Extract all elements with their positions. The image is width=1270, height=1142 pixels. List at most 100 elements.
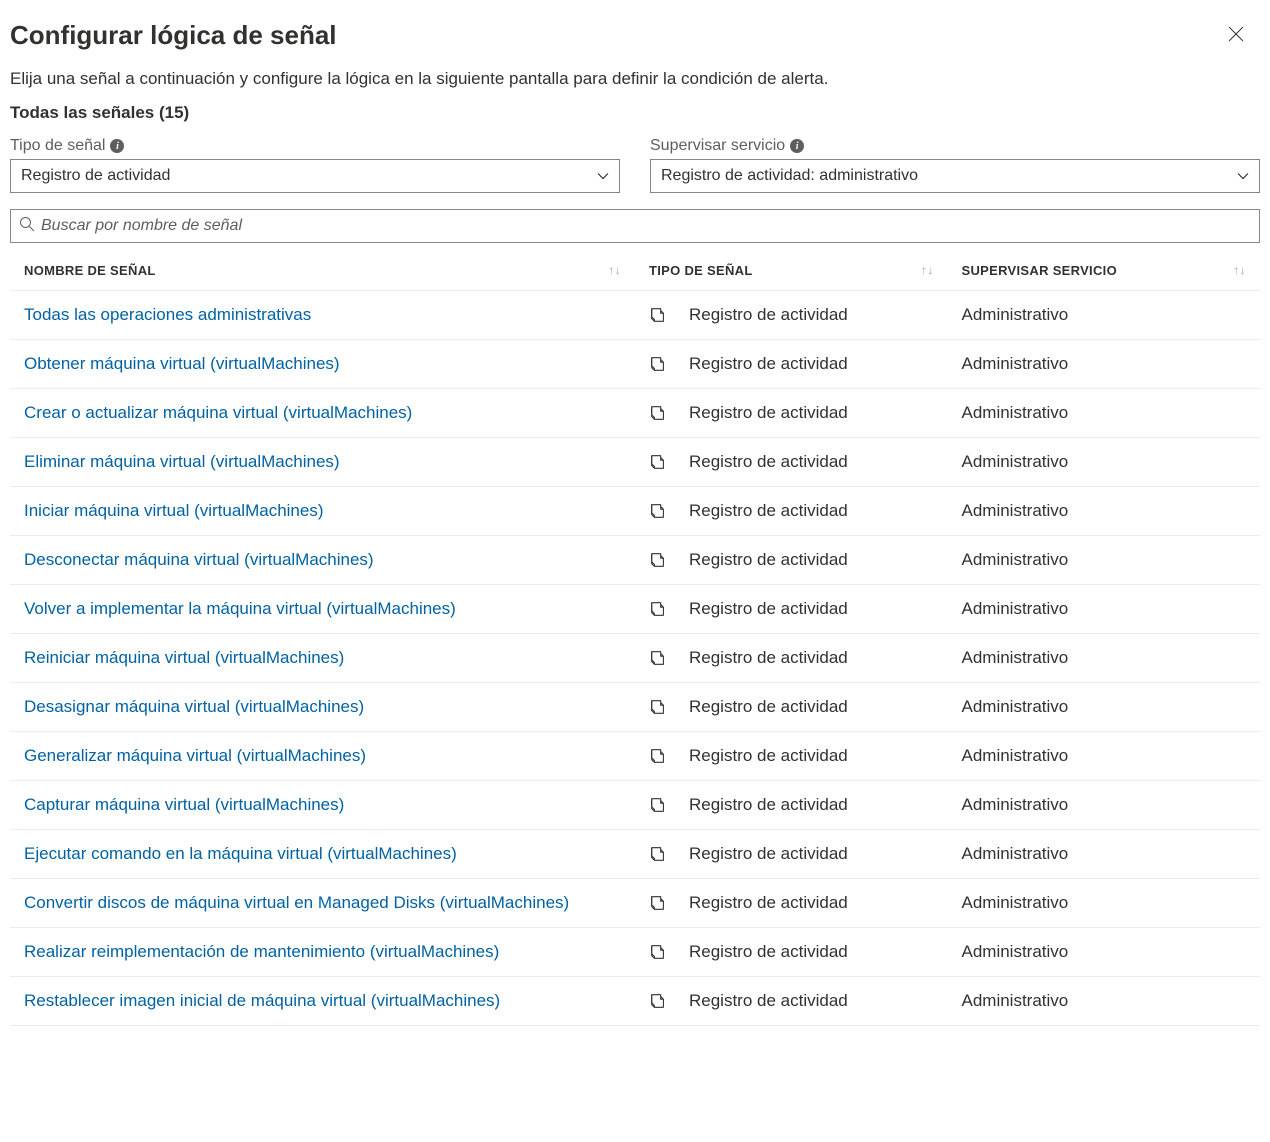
signal-name-link[interactable]: Realizar reimplementación de mantenimien… [24, 942, 499, 961]
monitor-service-value: Administrativo [948, 291, 1261, 340]
table-row: Capturar máquina virtual (virtualMachine… [10, 781, 1260, 830]
signal-name-link[interactable]: Volver a implementar la máquina virtual … [24, 599, 456, 618]
signal-type-value: Registro de actividad [689, 354, 848, 374]
monitor-service-value: Administrativo [948, 389, 1261, 438]
signal-name-link[interactable]: Obtener máquina virtual (virtualMachines… [24, 354, 340, 373]
monitor-service-value: Administrativo [948, 487, 1261, 536]
monitor-service-dropdown-value: Registro de actividad: administrativo [661, 167, 918, 185]
chevron-down-icon [1237, 170, 1249, 182]
monitor-service-value: Administrativo [948, 830, 1261, 879]
activity-log-icon [649, 796, 667, 814]
signal-count-label: Todas las señales (15) [10, 103, 1260, 123]
activity-log-icon [649, 551, 667, 569]
close-icon [1228, 26, 1244, 45]
signal-type-value: Registro de actividad [689, 697, 848, 717]
info-icon[interactable]: i [790, 139, 804, 153]
signal-type-filter-label: Tipo de señal i [10, 137, 620, 155]
signal-name-link[interactable]: Todas las operaciones administrativas [24, 305, 311, 324]
table-row: Reiniciar máquina virtual (virtualMachin… [10, 634, 1260, 683]
signal-name-link[interactable]: Restablecer imagen inicial de máquina vi… [24, 991, 500, 1010]
activity-log-icon [649, 649, 667, 667]
signal-name-link[interactable]: Reiniciar máquina virtual (virtualMachin… [24, 648, 344, 667]
activity-log-icon [649, 453, 667, 471]
activity-log-icon [649, 992, 667, 1010]
monitor-service-value: Administrativo [948, 781, 1261, 830]
monitor-service-value: Administrativo [948, 977, 1261, 1026]
signal-name-link[interactable]: Eliminar máquina virtual (virtualMachine… [24, 452, 340, 471]
panel-title: Configurar lógica de señal [10, 20, 337, 51]
chevron-down-icon [597, 170, 609, 182]
monitor-service-value: Administrativo [948, 732, 1261, 781]
activity-log-icon [649, 894, 667, 912]
sort-icon: ↑↓ [921, 263, 940, 277]
activity-log-icon [649, 355, 667, 373]
signal-name-link[interactable]: Iniciar máquina virtual (virtualMachines… [24, 501, 324, 520]
signal-type-value: Registro de actividad [689, 795, 848, 815]
table-row: Obtener máquina virtual (virtualMachines… [10, 340, 1260, 389]
signal-name-link[interactable]: Desasignar máquina virtual (virtualMachi… [24, 697, 364, 716]
table-row: Eliminar máquina virtual (virtualMachine… [10, 438, 1260, 487]
monitor-service-value: Administrativo [948, 634, 1261, 683]
monitor-service-value: Administrativo [948, 683, 1261, 732]
signal-type-value: Registro de actividad [689, 648, 848, 668]
table-row: Ejecutar comando en la máquina virtual (… [10, 830, 1260, 879]
signal-name-link[interactable]: Ejecutar comando en la máquina virtual (… [24, 844, 457, 863]
signal-type-dropdown-value: Registro de actividad [21, 167, 170, 185]
table-row: Realizar reimplementación de mantenimien… [10, 928, 1260, 977]
signal-type-value: Registro de actividad [689, 550, 848, 570]
table-row: Volver a implementar la máquina virtual … [10, 585, 1260, 634]
activity-log-icon [649, 600, 667, 618]
signals-table: Nombre de señal ↑↓ Tipo de señal ↑↓ Supe… [10, 251, 1260, 1026]
table-row: Todas las operaciones administrativas Reg… [10, 291, 1260, 340]
signal-name-link[interactable]: Generalizar máquina virtual (virtualMach… [24, 746, 366, 765]
signal-name-link[interactable]: Capturar máquina virtual (virtualMachine… [24, 795, 344, 814]
activity-log-icon [649, 404, 667, 422]
close-button[interactable] [1222, 20, 1250, 51]
signal-type-value: Registro de actividad [689, 991, 848, 1011]
column-header-service-text: Supervisar servicio [962, 263, 1118, 278]
monitor-service-value: Administrativo [948, 438, 1261, 487]
monitor-service-filter-label-text: Supervisar servicio [650, 137, 785, 155]
table-row: Convertir discos de máquina virtual en M… [10, 879, 1260, 928]
monitor-service-filter-label: Supervisar servicio i [650, 137, 1260, 155]
signal-type-filter-label-text: Tipo de señal [10, 137, 105, 155]
search-field-wrapper[interactable] [10, 209, 1260, 243]
sort-icon: ↑↓ [1233, 263, 1252, 277]
sort-icon: ↑↓ [608, 263, 627, 277]
signal-name-link[interactable]: Desconectar máquina virtual (virtualMach… [24, 550, 374, 569]
column-header-name-text: Nombre de señal [24, 263, 156, 278]
signal-type-value: Registro de actividad [689, 403, 848, 423]
activity-log-icon [649, 845, 667, 863]
signal-name-link[interactable]: Crear o actualizar máquina virtual (virt… [24, 403, 412, 422]
column-header-type-text: Tipo de señal [649, 263, 753, 278]
signal-type-value: Registro de actividad [689, 305, 848, 325]
monitor-service-dropdown[interactable]: Registro de actividad: administrativo [650, 159, 1260, 193]
monitor-service-value: Administrativo [948, 879, 1261, 928]
signal-name-link[interactable]: Convertir discos de máquina virtual en M… [24, 893, 569, 912]
signal-type-value: Registro de actividad [689, 452, 848, 472]
table-row: Generalizar máquina virtual (virtualMach… [10, 732, 1260, 781]
signal-type-dropdown[interactable]: Registro de actividad [10, 159, 620, 193]
signal-type-value: Registro de actividad [689, 599, 848, 619]
signal-type-value: Registro de actividad [689, 844, 848, 864]
activity-log-icon [649, 502, 667, 520]
search-input[interactable] [41, 217, 1251, 235]
monitor-service-value: Administrativo [948, 585, 1261, 634]
table-row: Desasignar máquina virtual (virtualMachi… [10, 683, 1260, 732]
table-row: Iniciar máquina virtual (virtualMachines… [10, 487, 1260, 536]
search-icon [19, 216, 41, 237]
activity-log-icon [649, 306, 667, 324]
table-row: Restablecer imagen inicial de máquina vi… [10, 977, 1260, 1026]
activity-log-icon [649, 943, 667, 961]
column-header-name[interactable]: Nombre de señal ↑↓ [10, 251, 635, 291]
table-row: Crear o actualizar máquina virtual (virt… [10, 389, 1260, 438]
signal-type-value: Registro de actividad [689, 893, 848, 913]
column-header-type[interactable]: Tipo de señal ↑↓ [635, 251, 948, 291]
signal-type-value: Registro de actividad [689, 942, 848, 962]
monitor-service-value: Administrativo [948, 536, 1261, 585]
info-icon[interactable]: i [110, 139, 124, 153]
signal-type-value: Registro de actividad [689, 746, 848, 766]
monitor-service-value: Administrativo [948, 340, 1261, 389]
column-header-service[interactable]: Supervisar servicio ↑↓ [948, 251, 1261, 291]
signal-type-value: Registro de actividad [689, 501, 848, 521]
